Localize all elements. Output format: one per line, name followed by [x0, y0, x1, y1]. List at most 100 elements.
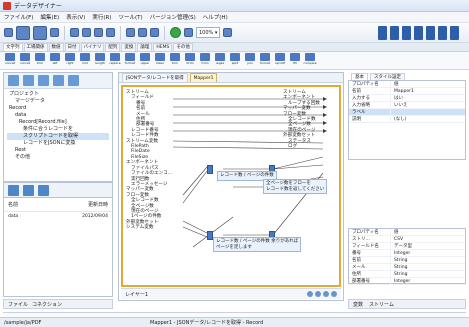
- fit-icon[interactable]: [323, 291, 329, 297]
- tool-upper[interactable]: upper: [139, 52, 151, 65]
- paste-icon[interactable]: [94, 28, 103, 37]
- tool-format-2[interactable]: format: [259, 52, 271, 65]
- property-row[interactable]: フィールド名 データ型: [349, 243, 465, 250]
- property-row[interactable]: 番号 Integer: [349, 250, 465, 257]
- tree-item-selected[interactable]: スクリプトコードを取得: [7, 133, 109, 140]
- tree-item[interactable]: マージデータ: [7, 98, 109, 105]
- mapping-comment-2[interactable]: 全ページ数をフローを レコード数を返してください: [263, 179, 328, 194]
- zoom-select[interactable]: 100% ▾: [196, 27, 221, 38]
- layer-label[interactable]: レイヤー1: [125, 291, 148, 298]
- tool-regex[interactable]: regex: [214, 52, 226, 65]
- tree-node[interactable]: ファイルのエンコ...: [126, 171, 172, 176]
- tree-node[interactable]: システム変数: [126, 225, 172, 230]
- function-block[interactable]: [207, 165, 213, 174]
- tree-item[interactable]: Rest: [7, 147, 109, 154]
- property-row[interactable]: 入力する はい: [349, 95, 465, 102]
- tab-stream[interactable]: ストリーム: [369, 301, 394, 308]
- start-icon[interactable]: [170, 27, 181, 38]
- tree-item[interactable]: レコードをJSONに変換: [7, 140, 109, 147]
- mapping-comment-3[interactable]: レコード数 / ページの件数 余りがあれば ページを足します: [213, 237, 302, 252]
- align-top-icon[interactable]: [414, 25, 423, 40]
- zoom-out-icon[interactable]: [315, 291, 321, 297]
- property-row[interactable]: 住所 String: [349, 271, 465, 278]
- mapping-canvas[interactable]: ストリーム フィールド 番号 名前 メール 住所 部署番号 レコード番号 レコー…: [121, 85, 341, 287]
- editor-tab-mapper[interactable]: Mapper1: [189, 73, 218, 82]
- tab-connection[interactable]: コネクション: [32, 301, 62, 308]
- grid-icon[interactable]: [331, 291, 337, 297]
- tree-item[interactable]: その他: [7, 154, 109, 161]
- refresh-icon[interactable]: [53, 75, 64, 86]
- tab-other[interactable]: その他: [173, 43, 193, 51]
- step-icon[interactable]: [138, 28, 147, 37]
- editor-tab-flow[interactable]: JSONデータ/レコードを取得: [122, 73, 188, 82]
- tab-date[interactable]: 日付: [64, 43, 80, 51]
- delete-icon[interactable]: [106, 28, 115, 37]
- save-icon[interactable]: [33, 25, 47, 40]
- cut-icon[interactable]: [70, 28, 79, 37]
- tab-numeric[interactable]: 数値: [48, 43, 64, 51]
- tree-node[interactable]: 外部変数セット: [283, 133, 320, 138]
- tree-item[interactable]: プロジェクト: [7, 91, 109, 98]
- tool-format[interactable]: format: [124, 52, 136, 65]
- zoom-in-icon[interactable]: [307, 291, 313, 297]
- tool-length[interactable]: length: [94, 52, 106, 65]
- debug-icon[interactable]: [150, 28, 159, 37]
- tab-variables[interactable]: 変数: [353, 301, 363, 308]
- tree-item[interactable]: data: [7, 112, 109, 119]
- tab-array[interactable]: 配列: [105, 43, 121, 51]
- property-row[interactable]: 説明 (なし): [349, 116, 465, 123]
- property-row[interactable]: 部署番号 Integer: [349, 278, 465, 285]
- new-project-icon[interactable]: [23, 75, 34, 86]
- run-icon[interactable]: [126, 28, 135, 37]
- property-row[interactable]: メール String: [349, 264, 465, 271]
- tool-replace[interactable]: replace: [109, 52, 121, 65]
- new-file-icon[interactable]: [4, 28, 13, 37]
- copy-icon[interactable]: [82, 28, 91, 37]
- tool-trim-2[interactable]: trim: [169, 52, 181, 65]
- menu-file[interactable]: ファイル(F): [4, 13, 33, 21]
- tool-mid[interactable]: mid: [79, 52, 91, 65]
- tree-item[interactable]: 条件に合うレコードを: [7, 126, 109, 133]
- menu-help[interactable]: ヘルプ(H): [203, 13, 228, 21]
- property-row[interactable]: ストリ... CSV: [349, 236, 465, 243]
- menu-run[interactable]: 実行(R): [92, 13, 111, 21]
- property-row[interactable]: 名前 String: [349, 257, 465, 264]
- import-icon[interactable]: [38, 75, 49, 86]
- menu-version-control[interactable]: バージョン管理(S): [150, 13, 196, 21]
- tool-fill[interactable]: fill: [289, 52, 301, 65]
- tool-left[interactable]: left: [49, 52, 61, 65]
- distribute-icon[interactable]: [450, 25, 459, 40]
- tool-lower[interactable]: lower: [154, 52, 166, 65]
- tool-split[interactable]: split: [229, 52, 241, 65]
- folder-up-icon[interactable]: [8, 184, 19, 196]
- tool-join[interactable]: join: [244, 52, 256, 65]
- new-folder-icon[interactable]: [23, 184, 34, 196]
- tab-string[interactable]: 文字列: [3, 43, 23, 51]
- tree-item[interactable]: Record: [7, 105, 109, 112]
- tab-logic[interactable]: 論理: [137, 43, 153, 51]
- tree-node[interactable]: ログ: [283, 144, 320, 149]
- col-name[interactable]: 名前: [8, 201, 18, 208]
- menu-edit[interactable]: 編集(E): [40, 13, 59, 21]
- stop-icon[interactable]: [184, 28, 193, 37]
- settings-icon[interactable]: [68, 75, 79, 86]
- tool-concat[interactable]: concat: [4, 52, 16, 65]
- tool-rtrim[interactable]: rtrim: [199, 52, 211, 65]
- tab-convert[interactable]: 変換: [121, 43, 137, 51]
- tab-binary[interactable]: バイナリ: [80, 43, 105, 51]
- align-right-icon[interactable]: [402, 25, 411, 40]
- property-row-selected[interactable]: ラベル: [349, 109, 465, 116]
- tool-right[interactable]: right: [64, 52, 76, 65]
- property-row[interactable]: 名前 Mapper1: [349, 88, 465, 95]
- fit-icon[interactable]: [223, 28, 233, 37]
- tree-item[interactable]: Record[Record.file]: [7, 119, 109, 126]
- align-bottom-icon[interactable]: [438, 25, 447, 40]
- tab-factory[interactable]: 工場関係: [23, 43, 48, 51]
- list-item[interactable]: data 2012/09/04: [4, 212, 112, 221]
- view-icon[interactable]: [38, 184, 49, 196]
- tool-concat-2[interactable]: concat: [19, 52, 31, 65]
- tool-trim[interactable]: trim: [34, 52, 46, 65]
- tool-compare[interactable]: compare: [303, 52, 317, 65]
- print-icon[interactable]: [50, 28, 59, 37]
- tool-ltrim[interactable]: ltrim: [184, 52, 196, 65]
